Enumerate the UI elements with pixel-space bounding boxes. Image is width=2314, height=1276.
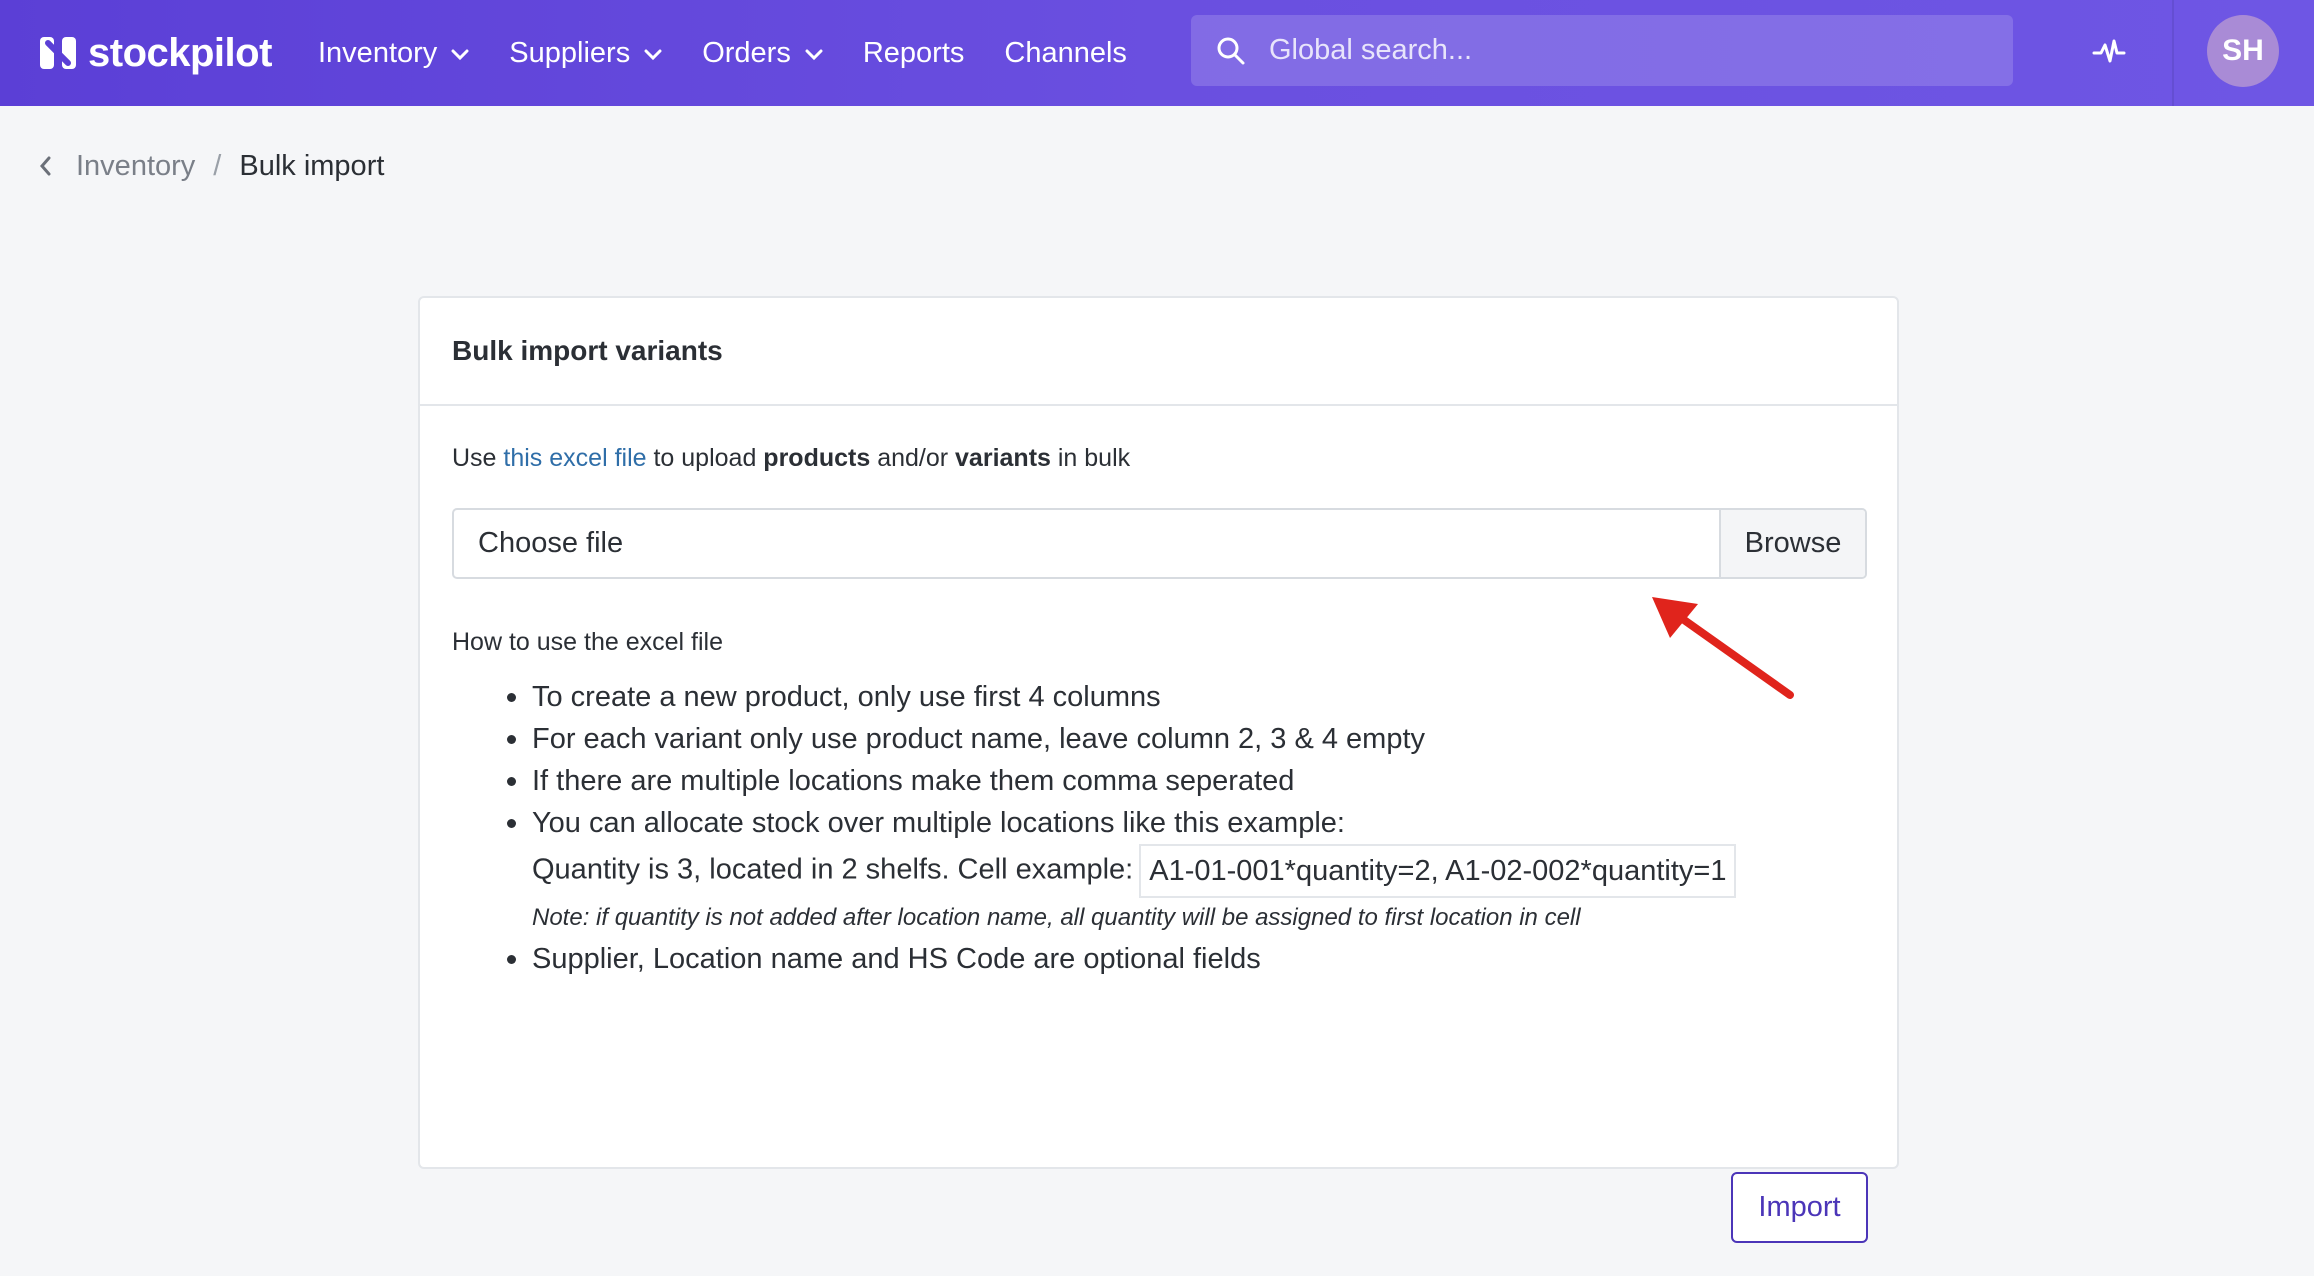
intro-products: products: [763, 444, 871, 472]
list-item: Supplier, Location name and HS Code are …: [452, 938, 1852, 980]
card-title: Bulk import variants: [452, 335, 723, 366]
intro-text: Use this excel file to upload products a…: [452, 444, 1130, 473]
chevron-down-icon: [805, 49, 823, 61]
nav-label: Suppliers: [509, 36, 631, 69]
instructions-list: To create a new product, only use first …: [452, 676, 1852, 980]
nav-label: Channels: [1004, 36, 1127, 69]
intro-middle: and/or: [870, 444, 956, 472]
brand-name: stockpilot: [88, 30, 272, 75]
nav-orders[interactable]: Orders: [702, 37, 823, 70]
example-text: Quantity is 3, located in 2 shelfs. Cell…: [532, 853, 1134, 886]
breadcrumb-current: Bulk import: [239, 149, 385, 182]
chevron-down-icon: [451, 49, 469, 61]
excel-file-link[interactable]: this excel file: [503, 444, 646, 472]
search-input[interactable]: [1269, 34, 1969, 67]
intro-variants: variants: [955, 444, 1051, 472]
chevron-left-icon[interactable]: [38, 155, 52, 177]
intro-suffix: in bulk: [1050, 444, 1131, 472]
nav-label: Reports: [862, 36, 965, 69]
import-button[interactable]: Import: [1731, 1172, 1868, 1243]
list-item-example: Quantity is 3, located in 2 shelfs. Cell…: [452, 844, 1852, 898]
activity-pulse-icon[interactable]: [2092, 33, 2126, 71]
top-navbar: stockpilot Inventory Suppliers Orders Re…: [0, 0, 2314, 106]
breadcrumb: Inventory / Bulk import: [38, 146, 384, 186]
intro-middle: to upload: [646, 444, 764, 472]
bulk-import-card: Bulk import variants Use this excel file…: [418, 296, 1899, 1243]
quantity-note: Note: if quantity is not added after loc…: [532, 904, 1581, 931]
example-code: A1-01-001*quantity=2, A1-02-002*quantity…: [1139, 844, 1737, 898]
nav-label: Inventory: [318, 36, 438, 69]
file-input-field[interactable]: Choose file: [454, 510, 1719, 577]
chevron-down-icon: [644, 49, 662, 61]
breadcrumb-inventory-link[interactable]: Inventory: [76, 150, 195, 183]
nav-channels[interactable]: Channels: [1004, 37, 1127, 70]
nav-label: Orders: [702, 36, 791, 69]
annotation-arrow-icon: [1652, 597, 1794, 699]
browse-button[interactable]: Browse: [1719, 510, 1865, 577]
main-nav: Inventory Suppliers Orders Reports Chann…: [318, 0, 1167, 106]
file-input[interactable]: Choose file Browse: [452, 508, 1867, 579]
list-item: For each variant only use product name, …: [452, 718, 1852, 760]
search-icon: [1217, 37, 1245, 64]
user-avatar[interactable]: SH: [2207, 15, 2279, 87]
list-item: You can allocate stock over multiple loc…: [452, 802, 1852, 844]
nav-inventory[interactable]: Inventory: [318, 37, 469, 70]
stockpilot-logo-icon: [40, 37, 76, 69]
brand[interactable]: stockpilot: [38, 28, 272, 78]
howto-heading: How to use the excel file: [452, 628, 723, 656]
intro-prefix: Use: [452, 444, 504, 472]
list-item: If there are multiple locations make the…: [452, 760, 1852, 802]
breadcrumb-separator: /: [213, 149, 222, 182]
navbar-divider: [2172, 0, 2174, 106]
nav-reports[interactable]: Reports: [863, 37, 965, 70]
card-header: Bulk import variants: [420, 298, 1897, 406]
global-search[interactable]: [1191, 15, 2013, 86]
nav-suppliers[interactable]: Suppliers: [509, 37, 662, 70]
